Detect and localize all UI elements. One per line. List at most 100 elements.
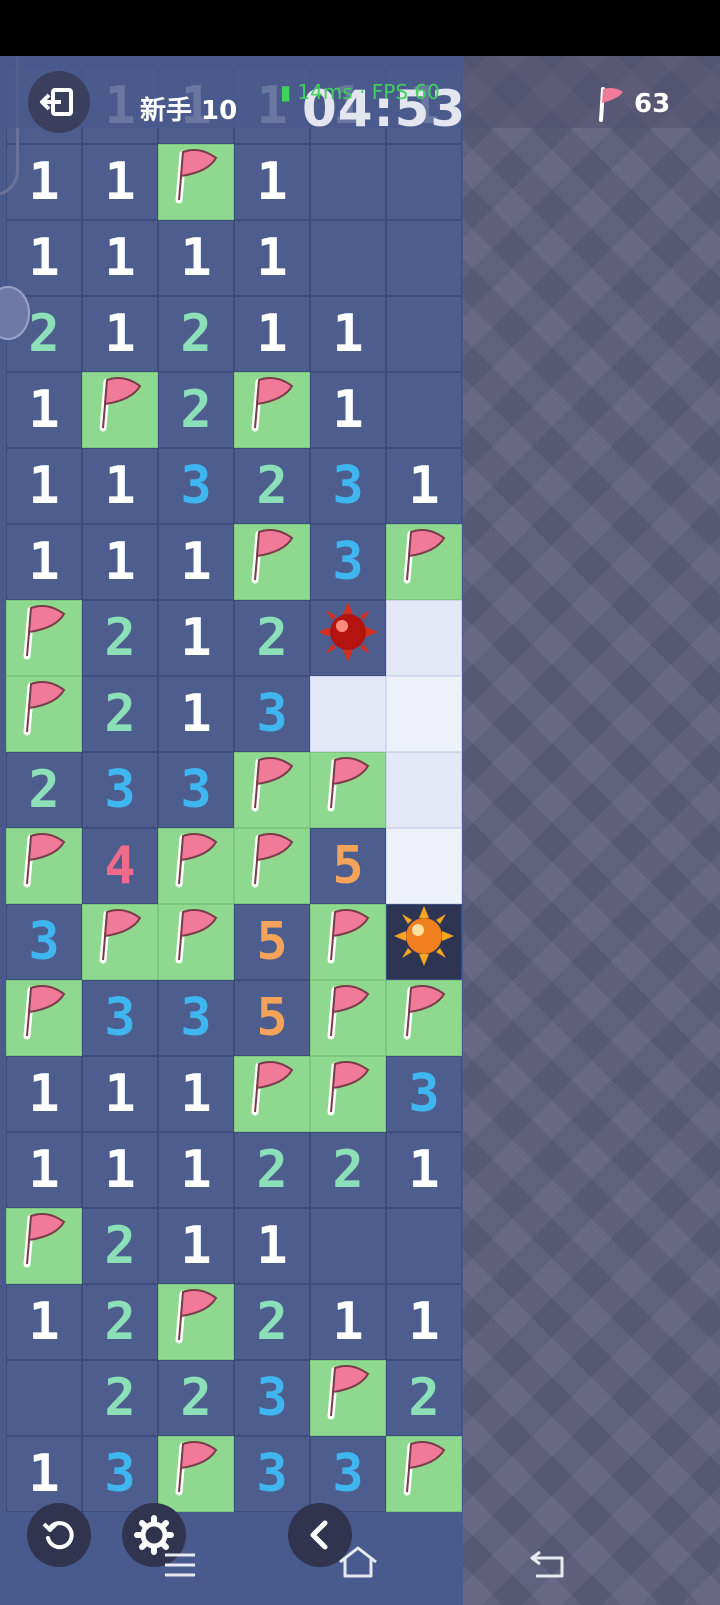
number-cell[interactable]: 1	[234, 144, 310, 220]
number-cell[interactable]: 1	[310, 1284, 386, 1360]
number-cell[interactable]: 3	[310, 524, 386, 600]
empty-cell[interactable]	[386, 1208, 462, 1284]
flagged-cell[interactable]	[158, 828, 234, 904]
empty-cell[interactable]	[386, 144, 462, 220]
number-cell[interactable]: 1	[82, 1132, 158, 1208]
number-cell[interactable]: 3	[234, 676, 310, 752]
flagged-cell[interactable]	[310, 1360, 386, 1436]
unrevealed-cell[interactable]	[386, 676, 462, 752]
empty-cell[interactable]	[310, 144, 386, 220]
unrevealed-cell[interactable]	[386, 600, 462, 676]
flagged-cell[interactable]	[82, 904, 158, 980]
number-cell[interactable]: 3	[386, 1056, 462, 1132]
number-cell[interactable]: 1	[158, 1208, 234, 1284]
number-cell[interactable]: 1	[6, 1056, 82, 1132]
flagged-cell[interactable]	[158, 904, 234, 980]
flagged-cell[interactable]	[6, 1208, 82, 1284]
unrevealed-cell[interactable]	[386, 828, 462, 904]
number-cell[interactable]: 1	[82, 296, 158, 372]
number-cell[interactable]: 1	[6, 524, 82, 600]
flagged-cell[interactable]	[6, 980, 82, 1056]
number-cell[interactable]: 1	[158, 524, 234, 600]
number-cell[interactable]: 1	[158, 600, 234, 676]
unrevealed-cell[interactable]	[386, 752, 462, 828]
number-cell[interactable]: 2	[158, 296, 234, 372]
number-cell[interactable]: 1	[386, 1284, 462, 1360]
number-cell[interactable]: 5	[234, 980, 310, 1056]
back-icon[interactable]	[528, 1548, 568, 1580]
flagged-cell[interactable]	[310, 980, 386, 1056]
exploded-mine-cell[interactable]	[310, 600, 386, 676]
menu-icon[interactable]	[162, 1550, 198, 1580]
flagged-cell[interactable]	[234, 372, 310, 448]
number-cell[interactable]: 1	[158, 1132, 234, 1208]
flagged-cell[interactable]	[234, 828, 310, 904]
number-cell[interactable]: 2	[234, 1132, 310, 1208]
number-cell[interactable]: 1	[82, 448, 158, 524]
number-cell[interactable]: 5	[310, 828, 386, 904]
flagged-cell[interactable]	[158, 1284, 234, 1360]
exit-button[interactable]	[28, 71, 90, 133]
number-cell[interactable]: 2	[82, 1208, 158, 1284]
number-cell[interactable]: 3	[234, 1360, 310, 1436]
empty-cell[interactable]	[386, 220, 462, 296]
empty-cell[interactable]	[310, 220, 386, 296]
number-cell[interactable]: 1	[82, 220, 158, 296]
number-cell[interactable]: 1	[310, 296, 386, 372]
mine-cell[interactable]	[386, 904, 462, 980]
number-cell[interactable]: 1	[6, 220, 82, 296]
flagged-cell[interactable]	[310, 752, 386, 828]
number-cell[interactable]: 1	[158, 676, 234, 752]
number-cell[interactable]: 5	[234, 904, 310, 980]
number-cell[interactable]: 1	[310, 372, 386, 448]
number-cell[interactable]: 1	[158, 220, 234, 296]
number-cell[interactable]: 3	[82, 1436, 158, 1512]
empty-cell[interactable]	[6, 1360, 82, 1436]
number-cell[interactable]: 2	[82, 676, 158, 752]
empty-cell[interactable]	[386, 296, 462, 372]
number-cell[interactable]: 1	[82, 524, 158, 600]
number-cell[interactable]: 1	[158, 1056, 234, 1132]
number-cell[interactable]: 2	[82, 600, 158, 676]
flagged-cell[interactable]	[386, 1436, 462, 1512]
number-cell[interactable]: 1	[386, 1132, 462, 1208]
number-cell[interactable]: 1	[6, 372, 82, 448]
number-cell[interactable]: 4	[82, 828, 158, 904]
number-cell[interactable]: 2	[386, 1360, 462, 1436]
number-cell[interactable]: 1	[6, 448, 82, 524]
number-cell[interactable]: 1	[82, 144, 158, 220]
flagged-cell[interactable]	[386, 524, 462, 600]
number-cell[interactable]: 1	[6, 1436, 82, 1512]
flagged-cell[interactable]	[310, 1056, 386, 1132]
flagged-cell[interactable]	[158, 1436, 234, 1512]
flagged-cell[interactable]	[234, 524, 310, 600]
empty-cell[interactable]	[386, 372, 462, 448]
flagged-cell[interactable]	[158, 144, 234, 220]
number-cell[interactable]: 3	[6, 904, 82, 980]
flagged-cell[interactable]	[386, 980, 462, 1056]
number-cell[interactable]: 1	[6, 1132, 82, 1208]
home-icon[interactable]	[336, 1544, 380, 1580]
number-cell[interactable]: 2	[82, 1284, 158, 1360]
flagged-cell[interactable]	[6, 600, 82, 676]
number-cell[interactable]: 1	[234, 1208, 310, 1284]
number-cell[interactable]: 3	[158, 752, 234, 828]
flagged-cell[interactable]	[310, 904, 386, 980]
unrevealed-cell[interactable]	[310, 676, 386, 752]
number-cell[interactable]: 3	[82, 752, 158, 828]
number-cell[interactable]: 1	[234, 296, 310, 372]
number-cell[interactable]: 1	[82, 1056, 158, 1132]
number-cell[interactable]: 3	[310, 448, 386, 524]
number-cell[interactable]: 1	[386, 448, 462, 524]
number-cell[interactable]: 2	[82, 1360, 158, 1436]
number-cell[interactable]: 3	[158, 980, 234, 1056]
flagged-cell[interactable]	[234, 1056, 310, 1132]
number-cell[interactable]: 2	[234, 448, 310, 524]
number-cell[interactable]: 2	[234, 600, 310, 676]
number-cell[interactable]: 2	[6, 752, 82, 828]
number-cell[interactable]: 2	[158, 372, 234, 448]
number-cell[interactable]: 3	[158, 448, 234, 524]
number-cell[interactable]: 2	[234, 1284, 310, 1360]
empty-cell[interactable]	[310, 1208, 386, 1284]
flagged-cell[interactable]	[234, 752, 310, 828]
